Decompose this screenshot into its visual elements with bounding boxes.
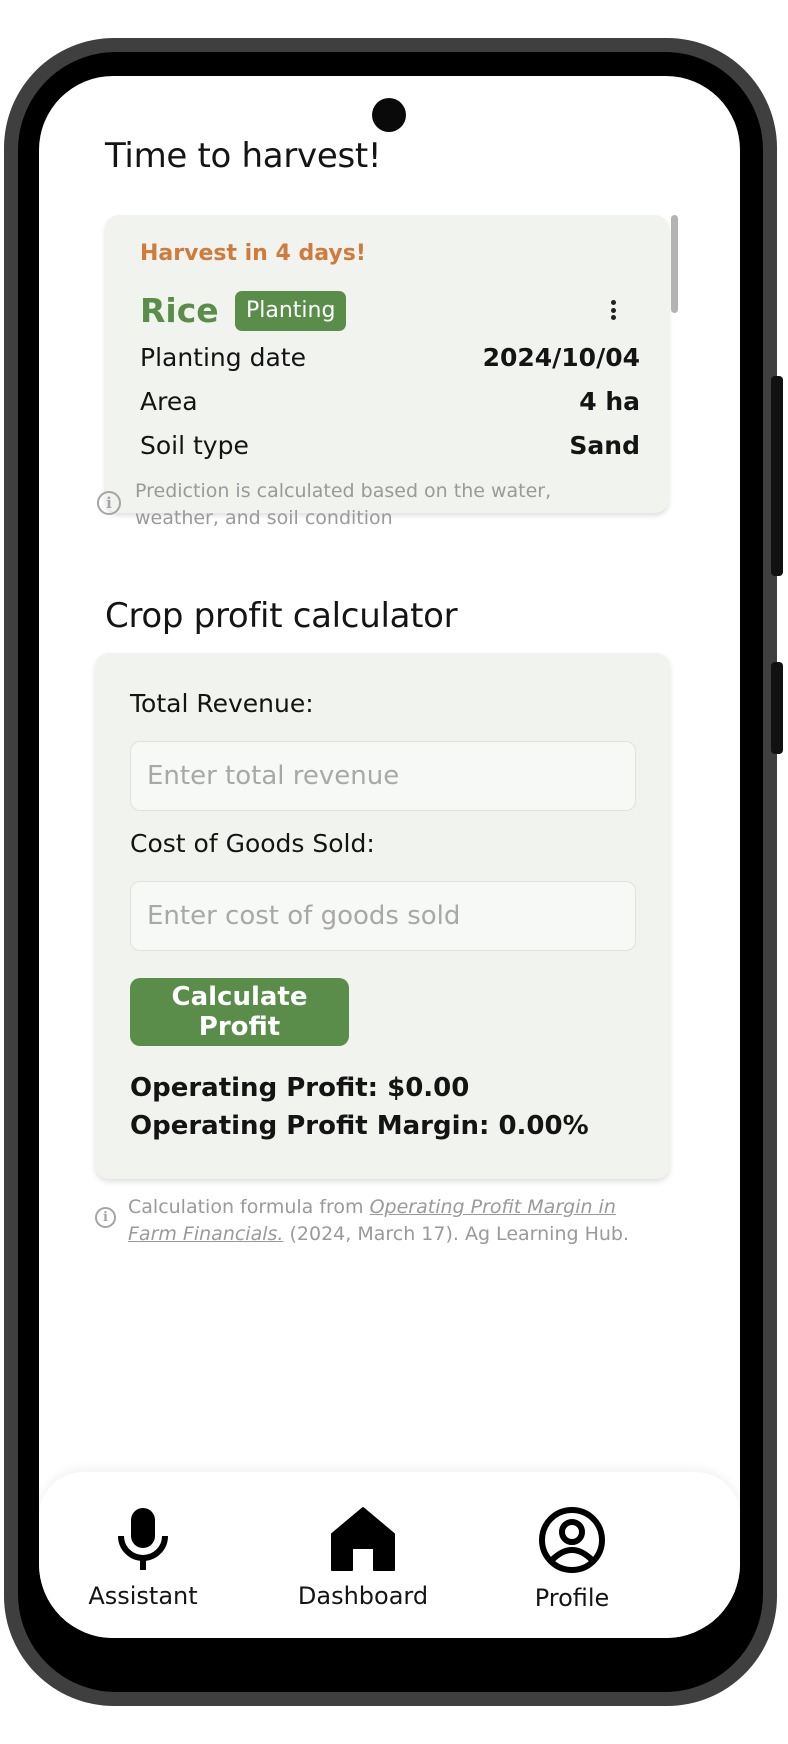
detail-label: Area: [140, 386, 198, 416]
detail-value: Sand: [569, 430, 640, 460]
nav-item-assistant[interactable]: Assistant: [53, 1506, 233, 1616]
calculator-section-title: Crop profit calculator: [105, 596, 458, 636]
detail-label: Planting date: [140, 342, 306, 372]
harvest-section-title: Time to harvest!: [105, 136, 382, 176]
formula-note-suffix: (2024, March 17). Ag Learning Hub.: [283, 1223, 630, 1245]
harvest-alert: Harvest in 4 days!: [140, 241, 366, 266]
revenue-label: Total Revenue:: [130, 689, 314, 718]
prediction-note-text: Prediction is calculated based on the wa…: [135, 480, 552, 529]
cogs-label: Cost of Goods Sold:: [130, 829, 375, 858]
status-badge: Planting: [235, 291, 347, 331]
detail-value: 4 ha: [579, 386, 640, 416]
front-camera: [372, 98, 406, 132]
revenue-input[interactable]: [130, 741, 636, 811]
bottom-navigation: Assistant Dashboard Profile: [39, 1472, 740, 1638]
cogs-input[interactable]: [130, 881, 636, 951]
harvest-card[interactable]: Harvest in 4 days! Rice Planting Plantin…: [105, 215, 669, 513]
calculate-profit-button[interactable]: Calculate Profit: [130, 978, 349, 1046]
app-screen: Time to harvest! Harvest in 4 days! Rice…: [39, 76, 740, 1638]
info-icon: i: [95, 1207, 116, 1228]
crop-name: Rice: [140, 291, 219, 330]
more-options-icon[interactable]: [603, 295, 623, 325]
volume-button: [771, 376, 783, 576]
operating-margin-result: Operating Profit Margin: 0.00%: [130, 1111, 589, 1141]
formula-note-prefix: Calculation formula from: [128, 1196, 370, 1218]
detail-label: Soil type: [140, 430, 249, 460]
detail-row-area: Area 4 ha: [140, 384, 640, 418]
nav-label-dashboard: Dashboard: [297, 1582, 429, 1610]
profit-calculator-card: Total Revenue: Cost of Goods Sold: Calcu…: [95, 653, 670, 1179]
formula-note: i Calculation formula from Operating Pro…: [95, 1194, 655, 1248]
nav-item-dashboard[interactable]: Dashboard: [273, 1506, 453, 1616]
formula-note-text: Calculation formula from Operating Profi…: [128, 1194, 655, 1248]
prediction-note: i Prediction is calculated based on the …: [97, 478, 597, 532]
scrollbar[interactable]: [671, 215, 678, 313]
detail-row-planting-date: Planting date 2024/10/04: [140, 340, 640, 374]
detail-row-soil-type: Soil type Sand: [140, 428, 640, 462]
operating-profit-result: Operating Profit: $0.00: [130, 1073, 470, 1103]
microphone-icon: [118, 1508, 168, 1570]
nav-label-assistant: Assistant: [88, 1582, 198, 1610]
detail-value: 2024/10/04: [482, 342, 640, 372]
power-button: [771, 662, 783, 754]
home-icon: [331, 1507, 395, 1571]
nav-item-profile[interactable]: Profile: [482, 1506, 662, 1616]
nav-label-profile: Profile: [534, 1584, 610, 1612]
info-icon: i: [97, 491, 121, 515]
account-circle-icon: [539, 1507, 605, 1573]
